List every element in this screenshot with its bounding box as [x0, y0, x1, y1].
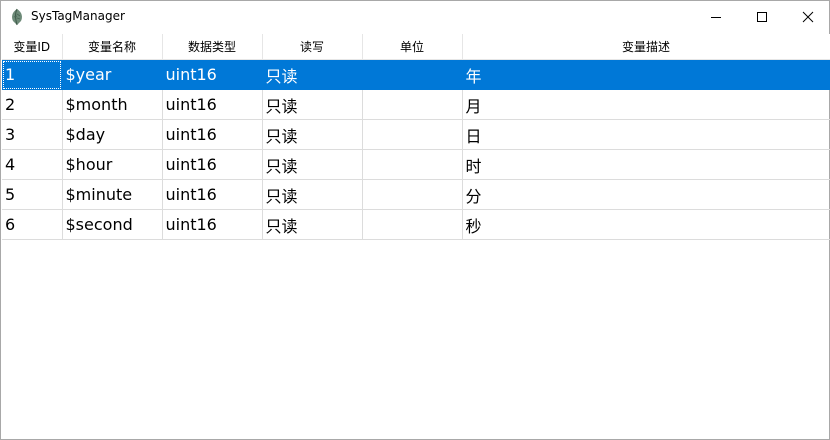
- minimize-icon: [711, 17, 721, 18]
- table-row[interactable]: 6 $second uint16 只读 秒: [2, 209, 830, 240]
- table-row[interactable]: 4 $hour uint16 只读 时: [2, 149, 830, 180]
- table-row[interactable]: 1 $year uint16 只读 年: [2, 59, 830, 90]
- cell-id[interactable]: 5: [2, 179, 63, 210]
- cell-description[interactable]: 时: [462, 149, 830, 180]
- cell-description[interactable]: 日: [462, 119, 830, 150]
- main-window: SysTagManager 变量ID 变量名称 数据类型 读写 单位 变量描述 …: [0, 0, 830, 440]
- cell-id[interactable]: 1: [2, 59, 63, 90]
- cell-name[interactable]: $minute: [62, 179, 163, 210]
- table-row[interactable]: 5 $minute uint16 只读 分: [2, 179, 830, 210]
- close-icon: [802, 11, 814, 23]
- cell-type[interactable]: uint16: [162, 149, 263, 180]
- cell-description[interactable]: 分: [462, 179, 830, 210]
- column-header-id[interactable]: 变量ID: [2, 34, 63, 60]
- cell-description[interactable]: 月: [462, 89, 830, 120]
- cell-description[interactable]: 年: [462, 59, 830, 90]
- cell-unit[interactable]: [362, 179, 463, 210]
- cell-type[interactable]: uint16: [162, 179, 263, 210]
- column-header-unit[interactable]: 单位: [362, 34, 463, 60]
- column-header-access[interactable]: 读写: [262, 34, 363, 60]
- cell-name[interactable]: $month: [62, 89, 163, 120]
- column-header-description[interactable]: 变量描述: [462, 34, 830, 60]
- cell-access[interactable]: 只读: [262, 149, 363, 180]
- cell-description[interactable]: 秒: [462, 209, 830, 240]
- title-bar[interactable]: SysTagManager: [1, 1, 829, 33]
- cell-unit[interactable]: [362, 149, 463, 180]
- maximize-button[interactable]: [739, 1, 785, 33]
- tag-table[interactable]: 变量ID 变量名称 数据类型 读写 单位 变量描述 1 $year uint16…: [2, 34, 830, 439]
- minimize-button[interactable]: [693, 1, 739, 33]
- cell-access[interactable]: 只读: [262, 59, 363, 90]
- cell-unit[interactable]: [362, 209, 463, 240]
- app-leaf-icon: [9, 8, 25, 26]
- cell-access[interactable]: 只读: [262, 119, 363, 150]
- cell-type[interactable]: uint16: [162, 59, 263, 90]
- cell-id[interactable]: 6: [2, 209, 63, 240]
- cell-name[interactable]: $second: [62, 209, 163, 240]
- table-header: 变量ID 变量名称 数据类型 读写 单位 变量描述: [2, 34, 830, 60]
- cell-unit[interactable]: [362, 119, 463, 150]
- table-row[interactable]: 2 $month uint16 只读 月: [2, 89, 830, 120]
- cell-name[interactable]: $year: [62, 59, 163, 90]
- column-header-name[interactable]: 变量名称: [62, 34, 163, 60]
- cell-access[interactable]: 只读: [262, 179, 363, 210]
- cell-id[interactable]: 2: [2, 89, 63, 120]
- maximize-icon: [757, 12, 767, 22]
- cell-access[interactable]: 只读: [262, 89, 363, 120]
- cell-id[interactable]: 3: [2, 119, 63, 150]
- cell-access[interactable]: 只读: [262, 209, 363, 240]
- cell-type[interactable]: uint16: [162, 119, 263, 150]
- column-header-type[interactable]: 数据类型: [162, 34, 263, 60]
- cell-unit[interactable]: [362, 59, 463, 90]
- cell-type[interactable]: uint16: [162, 209, 263, 240]
- cell-id[interactable]: 4: [2, 149, 63, 180]
- cell-name[interactable]: $day: [62, 119, 163, 150]
- cell-unit[interactable]: [362, 89, 463, 120]
- window-title: SysTagManager: [31, 9, 125, 23]
- cell-type[interactable]: uint16: [162, 89, 263, 120]
- table-row[interactable]: 3 $day uint16 只读 日: [2, 119, 830, 150]
- close-button[interactable]: [785, 1, 830, 33]
- cell-name[interactable]: $hour: [62, 149, 163, 180]
